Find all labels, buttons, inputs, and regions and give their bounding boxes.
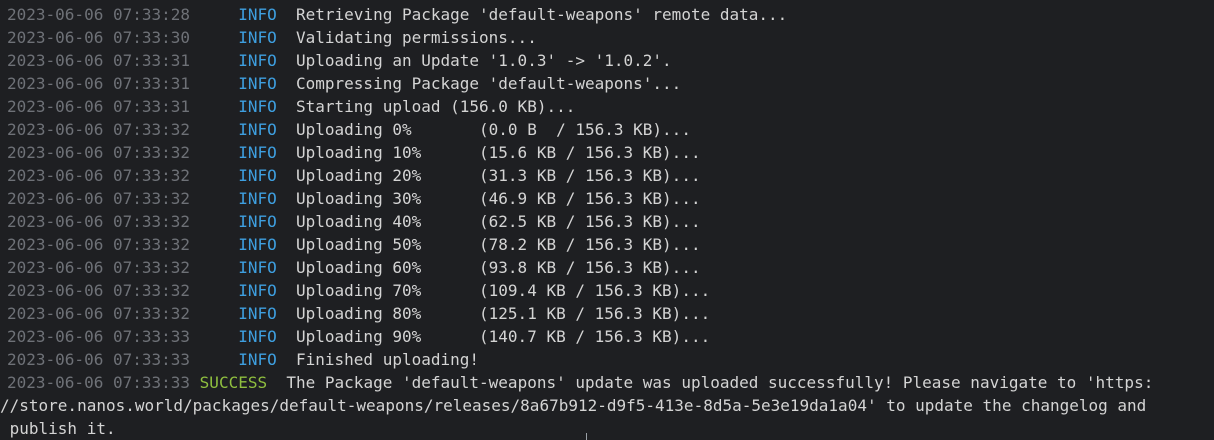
timestamp: 2023-06-06 07:33:32 [7, 258, 191, 277]
log-line: 2023-06-06 07:33:33 INFO Finished upload… [7, 348, 1214, 371]
log-line: 2023-06-06 07:33:32 INFO Uploading 0% (0… [7, 118, 1214, 141]
timestamp: 2023-06-06 07:33:32 [7, 143, 191, 162]
level-badge: INFO [238, 327, 277, 346]
log-message: Finished uploading! [296, 350, 480, 369]
level-badge: INFO [238, 166, 277, 185]
level-badge: INFO [238, 304, 277, 323]
log-message: The Package 'default-weapons' update was… [286, 373, 1154, 392]
log-message: Uploading 30% (46.9 KB / 156.3 KB)... [296, 189, 701, 208]
timestamp: 2023-06-06 07:33:28 [7, 5, 191, 24]
log-line: 2023-06-06 07:33:32 INFO Uploading 10% (… [7, 141, 1214, 164]
timestamp: 2023-06-06 07:33:32 [7, 166, 191, 185]
level-badge: INFO [238, 189, 277, 208]
level-badge: SUCCESS [199, 373, 268, 392]
log-line: 2023-06-06 07:33:33 INFO Uploading 90% (… [7, 325, 1214, 348]
level-badge: INFO [238, 28, 277, 47]
log-line: 2023-06-06 07:33:28 INFO Retrieving Pack… [7, 3, 1214, 26]
log-message-wrap: publish it. [0, 419, 116, 438]
level-badge: INFO [238, 350, 277, 369]
log-line-success: 2023-06-06 07:33:33 SUCCESS The Package … [7, 371, 1214, 394]
log-message-wrap: //store.nanos.world/packages/default-wea… [0, 396, 1147, 415]
log-message: Validating permissions... [296, 28, 537, 47]
log-line: 2023-06-06 07:33:32 INFO Uploading 70% (… [7, 279, 1214, 302]
log-message: Uploading 50% (78.2 KB / 156.3 KB)... [296, 235, 701, 254]
log-line: 2023-06-06 07:33:32 INFO Uploading 60% (… [7, 256, 1214, 279]
timestamp: 2023-06-06 07:33:31 [7, 97, 191, 116]
timestamp: 2023-06-06 07:33:32 [7, 212, 191, 231]
timestamp: 2023-06-06 07:33:31 [7, 51, 191, 70]
log-message: Retrieving Package 'default-weapons' rem… [296, 5, 788, 24]
log-line: 2023-06-06 07:33:31 INFO Uploading an Up… [7, 49, 1214, 72]
timestamp: 2023-06-06 07:33:33 [7, 350, 191, 369]
log-line: 2023-06-06 07:33:32 INFO Uploading 50% (… [7, 233, 1214, 256]
log-line: 2023-06-06 07:33:32 INFO Uploading 20% (… [7, 164, 1214, 187]
log-message: Uploading 70% (109.4 KB / 156.3 KB)... [296, 281, 711, 300]
log-message: Uploading 80% (125.1 KB / 156.3 KB)... [296, 304, 711, 323]
text-cursor [586, 433, 587, 440]
level-badge: INFO [238, 97, 277, 116]
level-badge: INFO [238, 212, 277, 231]
timestamp: 2023-06-06 07:33:32 [7, 189, 191, 208]
timestamp: 2023-06-06 07:33:33 [7, 327, 191, 346]
timestamp: 2023-06-06 07:33:32 [7, 304, 191, 323]
level-badge: INFO [238, 281, 277, 300]
terminal-output[interactable]: 2023-06-06 07:33:28 INFO Retrieving Pack… [0, 3, 1214, 440]
log-message: Compressing Package 'default-weapons'... [296, 74, 682, 93]
timestamp: 2023-06-06 07:33:32 [7, 120, 191, 139]
level-badge: INFO [238, 258, 277, 277]
level-badge: INFO [238, 5, 277, 24]
log-line: 2023-06-06 07:33:30 INFO Validating perm… [7, 26, 1214, 49]
timestamp: 2023-06-06 07:33:31 [7, 74, 191, 93]
level-badge: INFO [238, 74, 277, 93]
log-message: Uploading 20% (31.3 KB / 156.3 KB)... [296, 166, 701, 185]
log-message: Uploading 0% (0.0 B / 156.3 KB)... [296, 120, 691, 139]
log-message: Uploading 60% (93.8 KB / 156.3 KB)... [296, 258, 701, 277]
log-line: 2023-06-06 07:33:32 INFO Uploading 30% (… [7, 187, 1214, 210]
timestamp: 2023-06-06 07:33:33 [7, 373, 191, 392]
log-message: Uploading an Update '1.0.3' -> '1.0.2'. [296, 51, 672, 70]
log-message: Starting upload (156.0 KB)... [296, 97, 576, 116]
level-badge: INFO [238, 143, 277, 162]
timestamp: 2023-06-06 07:33:32 [7, 281, 191, 300]
timestamp: 2023-06-06 07:33:30 [7, 28, 191, 47]
log-message: Uploading 40% (62.5 KB / 156.3 KB)... [296, 212, 701, 231]
level-badge: INFO [238, 51, 277, 70]
log-message: Uploading 10% (15.6 KB / 156.3 KB)... [296, 143, 701, 162]
log-line: 2023-06-06 07:33:31 INFO Starting upload… [7, 95, 1214, 118]
log-line: 2023-06-06 07:33:31 INFO Compressing Pac… [7, 72, 1214, 95]
level-badge: INFO [238, 120, 277, 139]
log-message: Uploading 90% (140.7 KB / 156.3 KB)... [296, 327, 711, 346]
timestamp: 2023-06-06 07:33:32 [7, 235, 191, 254]
log-line: 2023-06-06 07:33:32 INFO Uploading 40% (… [7, 210, 1214, 233]
level-badge: INFO [238, 235, 277, 254]
log-line: 2023-06-06 07:33:32 INFO Uploading 80% (… [7, 302, 1214, 325]
